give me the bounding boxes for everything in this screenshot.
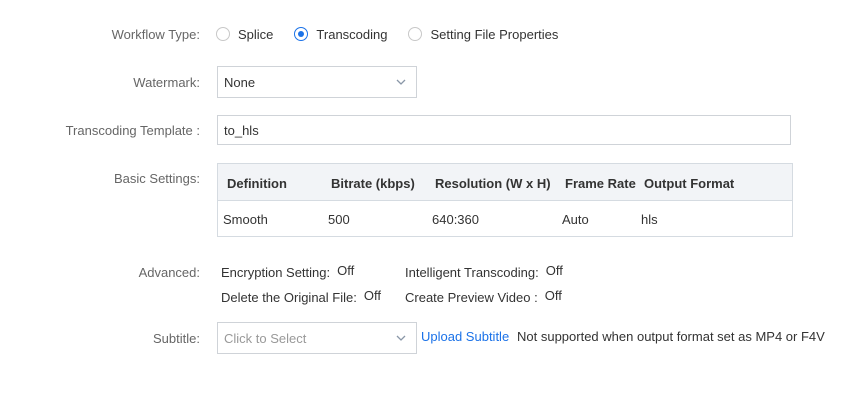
cell-frame-rate: Auto [562,212,589,227]
radio-splice[interactable]: Splice [216,27,273,42]
transcoding-template-input[interactable] [217,115,791,145]
watermark-label: Watermark: [133,75,200,90]
subtitle-select-placeholder: Click to Select [224,330,307,346]
workflow-type-radio-group: Splice Transcoding Setting File Properti… [216,24,579,44]
chevron-down-icon [396,79,406,85]
subtitle-label: Subtitle: [153,331,200,346]
radio-checked-icon[interactable] [294,27,309,41]
radio-transcoding[interactable]: Transcoding [294,27,387,42]
subtitle-select[interactable]: Click to Select [217,322,417,354]
transcoding-template-label: Transcoding Template : [65,123,200,138]
column-header-definition: Definition [227,176,287,191]
column-header-output-format: Output Format [644,176,735,191]
watermark-select-value: None [224,74,256,90]
cell-output-format: hls [641,212,658,227]
table-row: Smooth 500 640:360 Auto hls [218,201,792,237]
delete-original-file: Delete the Original File: Off [221,288,381,305]
column-header-frame-rate: Frame Rate [565,176,636,191]
create-preview-video-label: Create Preview Video : [405,290,538,305]
column-header-resolution: Resolution (W x H) [435,176,551,191]
radio-circle-icon[interactable] [408,27,423,41]
basic-settings-table: Definition Bitrate (kbps) Resolution (W … [217,163,793,237]
upload-subtitle-link[interactable]: Upload Subtitle [421,329,509,344]
intelligent-transcoding-value: Off [545,263,563,278]
delete-original-file-value: Off [363,288,381,303]
radio-label-transcoding: Transcoding [316,26,388,42]
encryption-setting: Encryption Setting: Off [221,263,355,280]
delete-original-file-label: Delete the Original File: [221,290,357,305]
radio-label-setting-file-properties: Setting File Properties [430,26,559,42]
encryption-setting-value: Off [337,263,355,278]
radio-circle-icon[interactable] [216,27,230,41]
create-preview-video: Create Preview Video : Off [405,288,562,305]
encryption-setting-label: Encryption Setting: [221,265,331,280]
cell-definition: Smooth [223,212,268,227]
create-preview-video-value: Off [544,288,562,303]
intelligent-transcoding-label: Intelligent Transcoding: [405,265,539,280]
column-header-bitrate: Bitrate (kbps) [331,176,415,191]
basic-settings-label: Basic Settings: [114,171,200,186]
subtitle-format-note: Not supported when output format set as … [517,329,825,344]
advanced-label: Advanced: [138,265,200,280]
radio-label-splice: Splice [238,26,274,42]
radio-setting-file-properties[interactable]: Setting File Properties [408,27,558,42]
workflow-type-label: Workflow Type: [111,27,200,42]
table-header-row: Definition Bitrate (kbps) Resolution (W … [218,164,792,201]
cell-bitrate: 500 [328,212,350,227]
cell-resolution: 640:360 [432,212,479,227]
intelligent-transcoding: Intelligent Transcoding: Off [405,263,563,280]
watermark-select[interactable]: None [217,66,417,98]
chevron-down-icon [396,335,406,341]
